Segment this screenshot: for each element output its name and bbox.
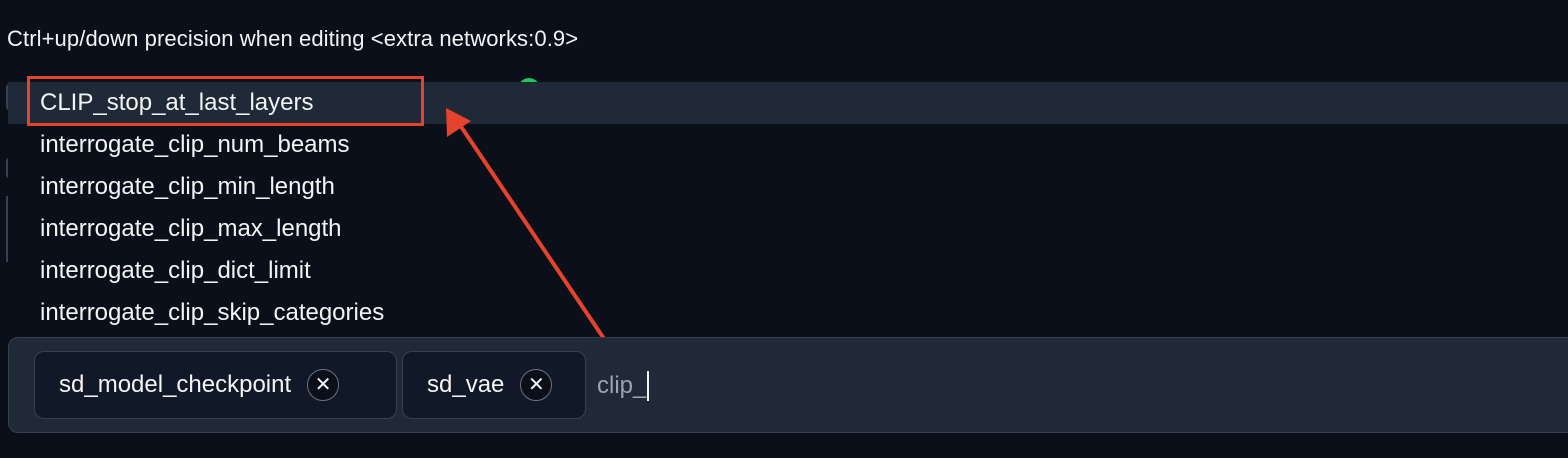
close-icon[interactable]: ✕ [307, 369, 340, 401]
dropdown-option-interrogate-clip-max-length[interactable]: interrogate_clip_max_length [8, 208, 1568, 250]
search-input[interactable]: clip_ [597, 368, 650, 404]
text-caret [647, 371, 650, 401]
typed-query-text: clip_ [597, 372, 647, 399]
dropdown-option-label: interrogate_clip_min_length [40, 173, 335, 200]
autocomplete-dropdown: CLIP_stop_at_last_layers interrogate_cli… [8, 82, 1568, 334]
dropdown-option-interrogate-clip-skip-categories[interactable]: interrogate_clip_skip_categories [8, 292, 1568, 334]
dropdown-option-label: interrogate_clip_max_length [40, 215, 342, 242]
precision-hint-text: Ctrl+up/down precision when editing <ext… [7, 26, 579, 51]
dropdown-option-label: interrogate_clip_dict_limit [40, 257, 311, 284]
token-chip-label: sd_vae [427, 371, 505, 398]
dropdown-option-label: interrogate_clip_skip_categories [40, 299, 385, 326]
dropdown-option-interrogate-clip-dict-limit[interactable]: interrogate_clip_dict_limit [8, 250, 1568, 292]
settings-token-input[interactable]: sd_model_checkpoint ✕ sd_vae ✕ clip_ [8, 337, 1568, 433]
close-icon[interactable]: ✕ [520, 369, 553, 401]
dropdown-option-interrogate-clip-num-beams[interactable]: interrogate_clip_num_beams [8, 124, 1568, 166]
token-chip-label: sd_model_checkpoint [59, 371, 292, 398]
dropdown-option-clip-stop-at-last-layers[interactable]: CLIP_stop_at_last_layers [8, 82, 1568, 124]
dropdown-option-interrogate-clip-min-length[interactable]: interrogate_clip_min_length [8, 166, 1568, 208]
token-chip-sd-vae: sd_vae ✕ [402, 351, 586, 419]
token-chip-sd-model-checkpoint: sd_model_checkpoint ✕ [34, 351, 397, 419]
dropdown-option-label: CLIP_stop_at_last_layers [40, 89, 314, 116]
dropdown-option-label: interrogate_clip_num_beams [40, 131, 350, 158]
